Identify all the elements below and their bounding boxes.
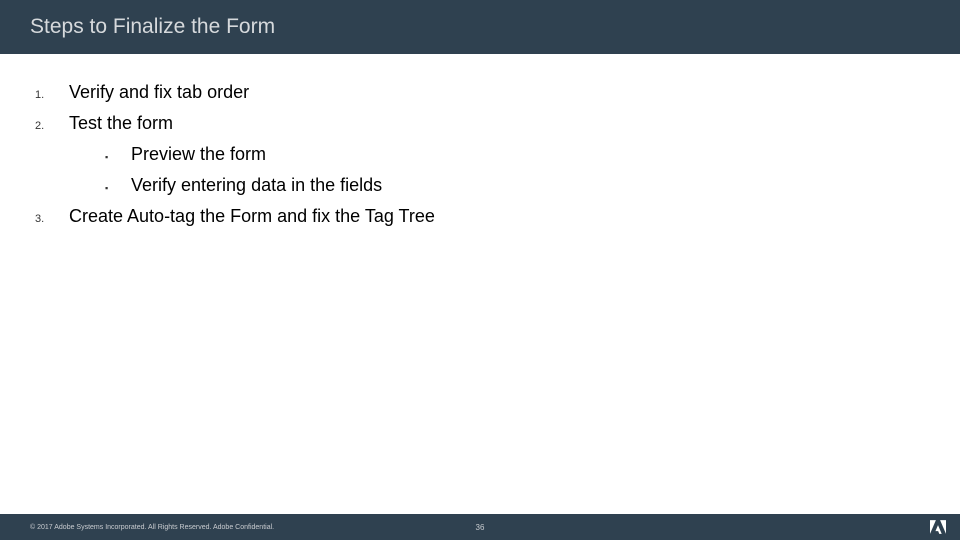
slide-content: 1. Verify and fix tab order 2. Test the … [0, 54, 960, 227]
step-item: 3. Create Auto-tag the Form and fix the … [35, 206, 930, 227]
adobe-logo-icon [930, 519, 946, 535]
slide: Steps to Finalize the Form 1. Verify and… [0, 0, 960, 540]
slide-title: Steps to Finalize the Form [30, 15, 275, 39]
step-number: 1. [35, 89, 69, 101]
bullet-icon: ▪ [105, 152, 131, 162]
step-text: Create Auto-tag the Form and fix the Tag… [69, 206, 435, 227]
substep-item: ▪ Verify entering data in the fields [105, 175, 930, 196]
substep-text: Preview the form [131, 144, 266, 165]
step-text: Verify and fix tab order [69, 82, 249, 103]
substep-item: ▪ Preview the form [105, 144, 930, 165]
page-number: 36 [476, 523, 485, 532]
substep-text: Verify entering data in the fields [131, 175, 382, 196]
step-number: 2. [35, 120, 69, 132]
step-item: 1. Verify and fix tab order [35, 82, 930, 103]
step-number: 3. [35, 213, 69, 225]
slide-footer: © 2017 Adobe Systems Incorporated. All R… [0, 514, 960, 540]
step-text: Test the form [69, 113, 173, 134]
slide-header: Steps to Finalize the Form [0, 0, 960, 54]
copyright-text: © 2017 Adobe Systems Incorporated. All R… [30, 524, 274, 531]
step-item: 2. Test the form [35, 113, 930, 134]
substep-list: ▪ Preview the form ▪ Verify entering dat… [105, 144, 930, 196]
bullet-icon: ▪ [105, 183, 131, 193]
